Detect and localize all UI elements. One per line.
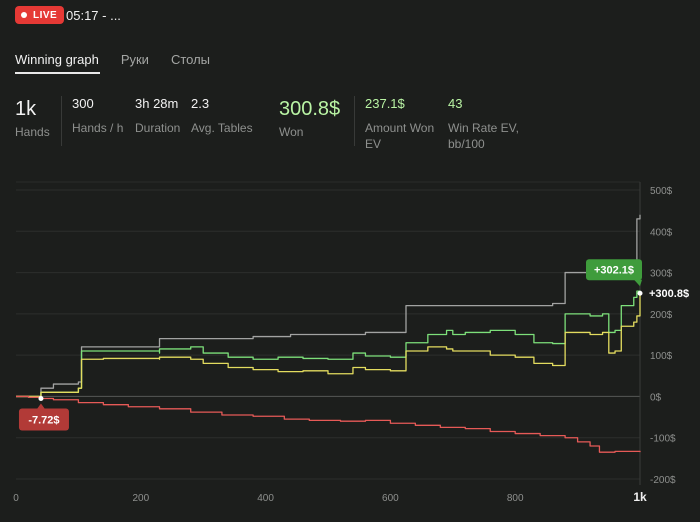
y-tick-label: 200$ [650,310,673,321]
final-value-label: +300.8$ [649,288,689,300]
session-time: 05:17 - ... [66,8,121,23]
y-tick-label: 300$ [650,269,673,280]
stat-win-rate-ev: 43 Win Rate EV, bb/100 [448,96,519,152]
stat-divider [61,96,62,146]
tab-tables[interactable]: Столы [171,52,210,74]
min-value-label: -7.72$ [28,414,59,426]
stat-duration-value: 3h 28m [135,96,179,111]
stat-divider [354,96,355,146]
chart-series [16,214,641,453]
stat-duration: 3h 28m Duration [135,96,180,136]
min-value-badge-pointer [36,403,45,409]
stat-won-label: Won [279,125,304,139]
stat-hands-per-hour: 300 Hands / h [72,96,123,136]
x-tick-label: 800 [507,493,524,504]
stat-avg-tables-value: 2.3 [191,96,210,111]
series-line-3 [16,395,641,453]
stat-win-rate-ev-value: 43 [448,96,463,111]
series-line-2 [16,295,641,398]
x-tick-label: 600 [382,493,399,504]
stat-hands-label: Hands [15,125,50,139]
stat-won: 300.8$ Won [279,96,340,140]
max-value-label: +302.1$ [594,265,634,277]
active-tab-indicator [15,72,100,74]
stat-win-rate-ev-label-line1: Win Rate EV, [448,121,519,135]
min-point-marker [38,395,44,401]
y-tick-label: -200$ [650,475,676,486]
stat-amount-won-ev-label-line2: EV [365,137,382,151]
y-tick-label: 0$ [650,392,662,403]
y-tick-label: 500$ [650,186,673,197]
chart-grid [16,181,641,485]
stat-amount-won-ev: 237.1$ Amount Won EV [365,96,434,152]
stat-win-rate-ev-label: Win Rate EV, bb/100 [448,120,519,152]
y-tick-label: 100$ [650,351,673,362]
x-tick-label: 400 [257,493,274,504]
stat-amount-won-ev-label: Amount Won EV [365,120,434,152]
stat-avg-tables-label: Avg. Tables [191,121,253,135]
max-value-badge-pointer [634,279,642,287]
session-header: LIVE 05:17 - ... [0,0,700,34]
stat-amount-won-ev-label-line1: Amount Won [365,121,435,135]
tab-bar: Winning graph Руки Столы [15,52,232,74]
x-tick-label: 200 [132,493,149,504]
stat-duration-label: Duration [135,121,181,135]
x-axis: 0 200 400 600 800 1k [13,490,647,504]
stat-hands-per-hour-value: 300 [72,96,94,111]
stat-win-rate-ev-label-line2: bb/100 [448,137,485,151]
stat-won-value: 300.8$ [279,98,341,120]
stat-hands-per-hour-label: Hands / h [72,121,124,135]
y-tick-label: 400$ [650,227,673,238]
y-tick-label: -100$ [650,434,676,445]
winning-graph-chart[interactable]: 500$ 400$ 300$ 200$ 100$ 0$ -100$ -200$ 0 200 400… [0,170,700,522]
series-line-1 [16,290,641,398]
live-badge: LIVE [15,6,65,24]
x-tick-label: 0 [13,493,19,504]
stat-hands: 1k Hands [15,96,50,140]
stat-avg-tables: 2.3 Avg. Tables [191,96,253,136]
live-label: LIVE [33,9,58,21]
tab-hands[interactable]: Руки [121,52,149,74]
tab-winning-graph[interactable]: Winning graph [15,52,99,74]
live-dot-icon [21,12,27,18]
stat-hands-value: 1k [15,98,37,120]
final-point-marker [637,290,643,296]
x-tick-label: 1k [633,490,647,504]
stat-amount-won-ev-value: 237.1$ [365,96,405,111]
y-axis: 500$ 400$ 300$ 200$ 100$ 0$ -100$ -200$ [650,186,676,486]
series-line-0 [16,214,641,398]
